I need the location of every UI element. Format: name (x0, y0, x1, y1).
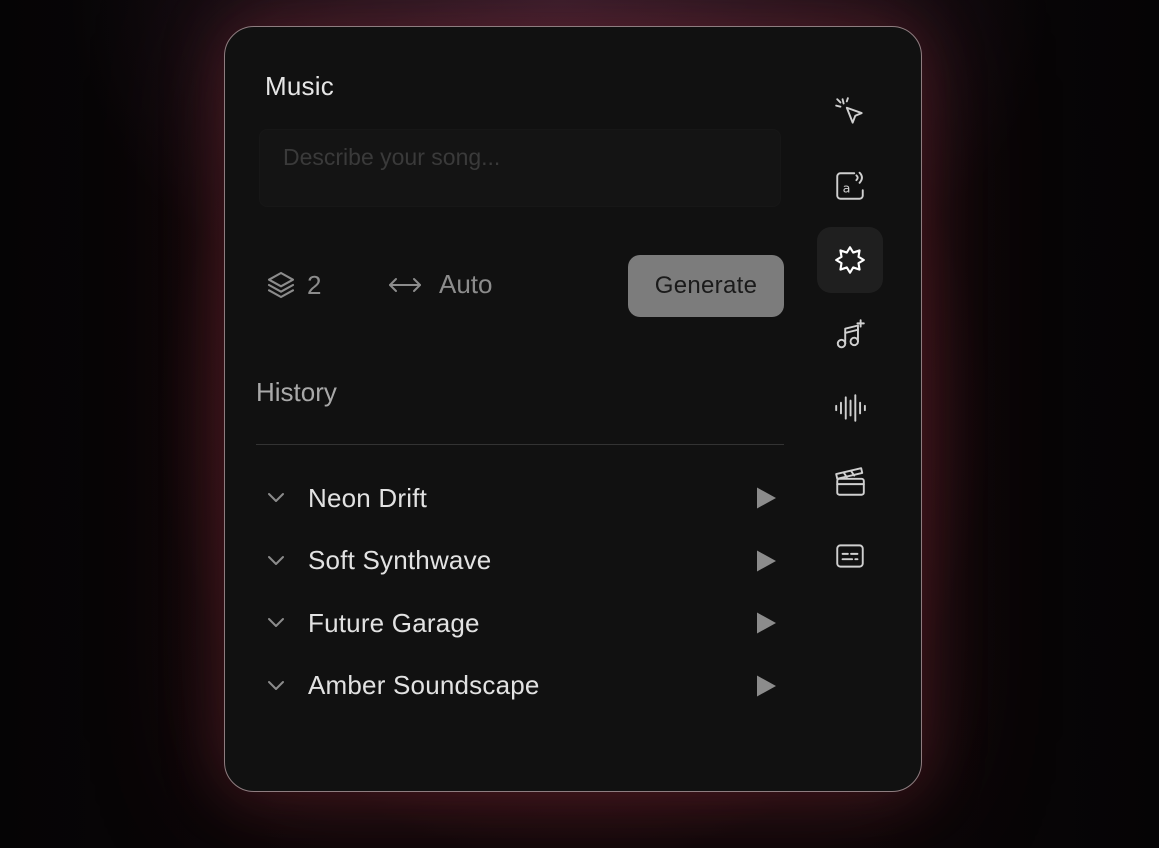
music-note-sparkle-icon (836, 319, 865, 349)
rail-item-music[interactable] (817, 227, 883, 293)
duration-selector[interactable]: Auto (387, 269, 493, 300)
song-description-input[interactable] (259, 129, 781, 185)
history-item-name: Future Garage (308, 607, 480, 638)
arrows-horizontal-icon (389, 277, 421, 292)
chevron-down-icon[interactable] (266, 617, 286, 629)
play-icon[interactable] (754, 549, 778, 573)
clapperboard-icon (835, 467, 865, 496)
variations-selector[interactable]: 2 (265, 269, 321, 301)
history-item[interactable]: Neon Drift (256, 467, 784, 530)
rail-item-cursor[interactable] (817, 79, 883, 145)
rail-item-music-generate[interactable] (817, 301, 883, 367)
duration-label: Auto (439, 269, 493, 299)
chevron-down-icon[interactable] (266, 680, 286, 692)
generation-controls: 2 Auto Generate (265, 255, 785, 319)
cursor-sparkle-icon (835, 97, 863, 124)
play-icon[interactable] (754, 611, 778, 635)
history-item[interactable]: Future Garage (256, 592, 784, 655)
waveform-icon (835, 394, 866, 422)
rail-item-video[interactable] (817, 449, 883, 515)
history-divider (256, 444, 784, 445)
subtitles-icon (836, 544, 864, 568)
history-title: History (256, 377, 337, 407)
panel-title: Music (265, 71, 334, 101)
layers-icon (267, 271, 295, 299)
chevron-down-icon[interactable] (266, 555, 286, 567)
history-item[interactable]: Soft Synthwave (256, 530, 784, 593)
variations-count: 2 (307, 269, 322, 300)
music-panel: Music 2 Auto Generate History Neon (224, 26, 922, 792)
rail-item-text-to-speech[interactable]: a (817, 153, 883, 219)
history-item-name: Neon Drift (308, 482, 428, 513)
starburst-icon (835, 246, 865, 274)
play-icon[interactable] (754, 486, 778, 510)
history-list: Neon Drift Soft Synthwave Future Garage … (256, 467, 784, 717)
rail-item-subtitles[interactable] (817, 523, 883, 589)
chevron-down-icon[interactable] (266, 492, 286, 504)
play-icon[interactable] (754, 674, 778, 698)
generate-button[interactable]: Generate (628, 255, 784, 317)
history-item-name: Soft Synthwave (308, 545, 492, 576)
text-speech-icon: a (836, 171, 864, 200)
history-item-name: Amber Soundscape (308, 670, 540, 701)
history-item[interactable]: Amber Soundscape (256, 655, 784, 718)
rail-item-audio[interactable] (817, 375, 883, 441)
prompt-box[interactable] (259, 129, 781, 207)
svg-text:a: a (843, 181, 851, 196)
